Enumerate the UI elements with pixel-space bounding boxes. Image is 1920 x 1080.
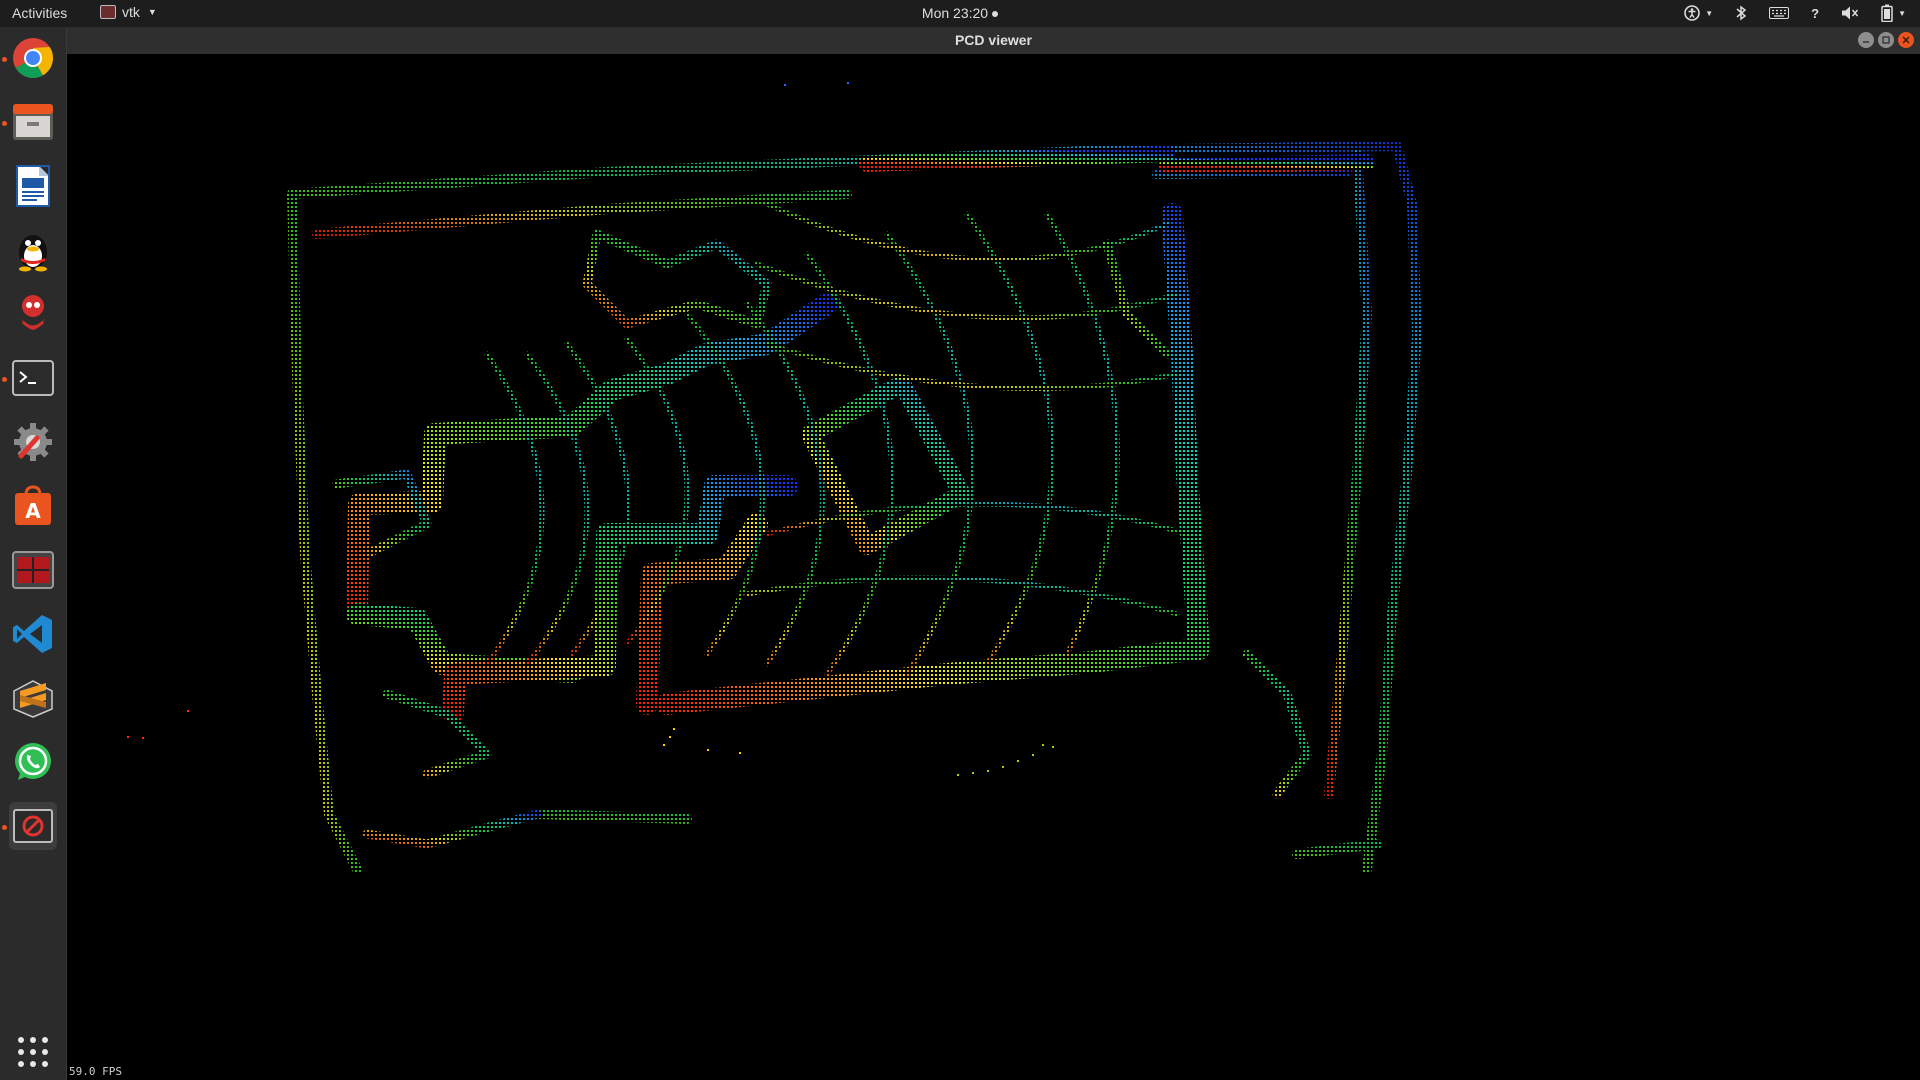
app-menu-label: vtk — [122, 4, 140, 20]
clock-label: Mon 23:20 — [921, 5, 989, 21]
dock-item-software[interactable]: A — [9, 482, 57, 530]
software-center-icon: A — [15, 485, 51, 525]
system-tray: ▼ ? ▼ — [1684, 4, 1906, 22]
red-console-icon — [12, 551, 54, 589]
chevron-down-icon: ▼ — [1705, 8, 1714, 18]
sublime-text-icon — [13, 680, 53, 718]
files-icon — [13, 104, 53, 140]
clock-container: Mon 23:20 — [0, 5, 1920, 21]
activities-button[interactable]: Activities — [12, 5, 67, 21]
dock-item-terminal[interactable] — [9, 354, 57, 402]
keyboard-icon[interactable] — [1769, 4, 1790, 22]
chevron-down-icon: ▼ — [147, 7, 157, 17]
document-writer-icon — [16, 165, 50, 207]
point-cloud-viewport[interactable]: 59.0 FPS — [67, 54, 1920, 1080]
clock-button[interactable]: Mon 23:20 — [921, 5, 999, 21]
dock-item-red-console[interactable] — [9, 546, 57, 594]
window-title: PCD viewer — [954, 32, 1033, 48]
notification-dot-icon — [992, 11, 999, 18]
minimize-icon — [1863, 41, 1869, 43]
dock-item-chrome[interactable] — [9, 34, 57, 82]
running-indicator — [2, 825, 7, 830]
show-applications-button[interactable] — [9, 1028, 57, 1076]
dock-item-settings[interactable] — [9, 418, 57, 466]
top-bar: Activities vtk ▼ Mon 23:20 ▼ ? ▼ — [0, 0, 1920, 27]
dock-item-whatsapp[interactable] — [9, 738, 57, 786]
point-cloud-render — [127, 82, 1422, 874]
chevron-down-icon: ▼ — [1898, 8, 1906, 18]
close-button[interactable] — [1898, 32, 1914, 48]
running-indicator — [2, 377, 7, 382]
dock-item-qq[interactable] — [9, 226, 57, 274]
battery-icon[interactable]: ▼ — [1881, 4, 1906, 22]
grid-icon — [18, 1037, 48, 1067]
volume-icon[interactable] — [1841, 4, 1859, 22]
dock-item-writer[interactable] — [9, 162, 57, 210]
maximize-button[interactable] — [1878, 32, 1894, 48]
dock-item-red-app[interactable] — [9, 290, 57, 338]
running-indicator — [2, 57, 7, 62]
vscode-icon — [13, 615, 52, 653]
pcd-viewer-app-icon — [13, 809, 53, 843]
dock: A — [0, 27, 67, 1080]
window-titlebar[interactable]: PCD viewer — [67, 27, 1920, 54]
terminal-icon — [12, 360, 54, 396]
fps-counter: 59.0 FPS — [69, 1065, 122, 1078]
running-indicator — [2, 121, 7, 126]
bluetooth-icon[interactable] — [1735, 4, 1747, 22]
settings-gear-icon — [14, 423, 52, 461]
qq-penguin-icon — [19, 235, 47, 272]
dock-item-vscode[interactable] — [9, 610, 57, 658]
help-icon[interactable]: ? — [1811, 4, 1819, 22]
whatsapp-icon — [15, 743, 51, 780]
dock-item-sublime[interactable] — [9, 674, 57, 722]
maximize-icon — [1882, 36, 1890, 44]
red-app-icon — [21, 295, 45, 330]
dock-item-files[interactable] — [9, 98, 57, 146]
accessibility-icon[interactable]: ▼ — [1684, 4, 1713, 22]
dock-item-pcd-viewer[interactable] — [9, 802, 57, 850]
window-controls — [1858, 32, 1914, 48]
svg-text:A: A — [25, 499, 41, 523]
chrome-icon — [13, 38, 53, 78]
close-icon — [1902, 36, 1910, 44]
app-menu[interactable]: vtk ▼ — [100, 4, 157, 20]
app-menu-icon — [100, 5, 116, 19]
minimize-button[interactable] — [1858, 32, 1874, 48]
